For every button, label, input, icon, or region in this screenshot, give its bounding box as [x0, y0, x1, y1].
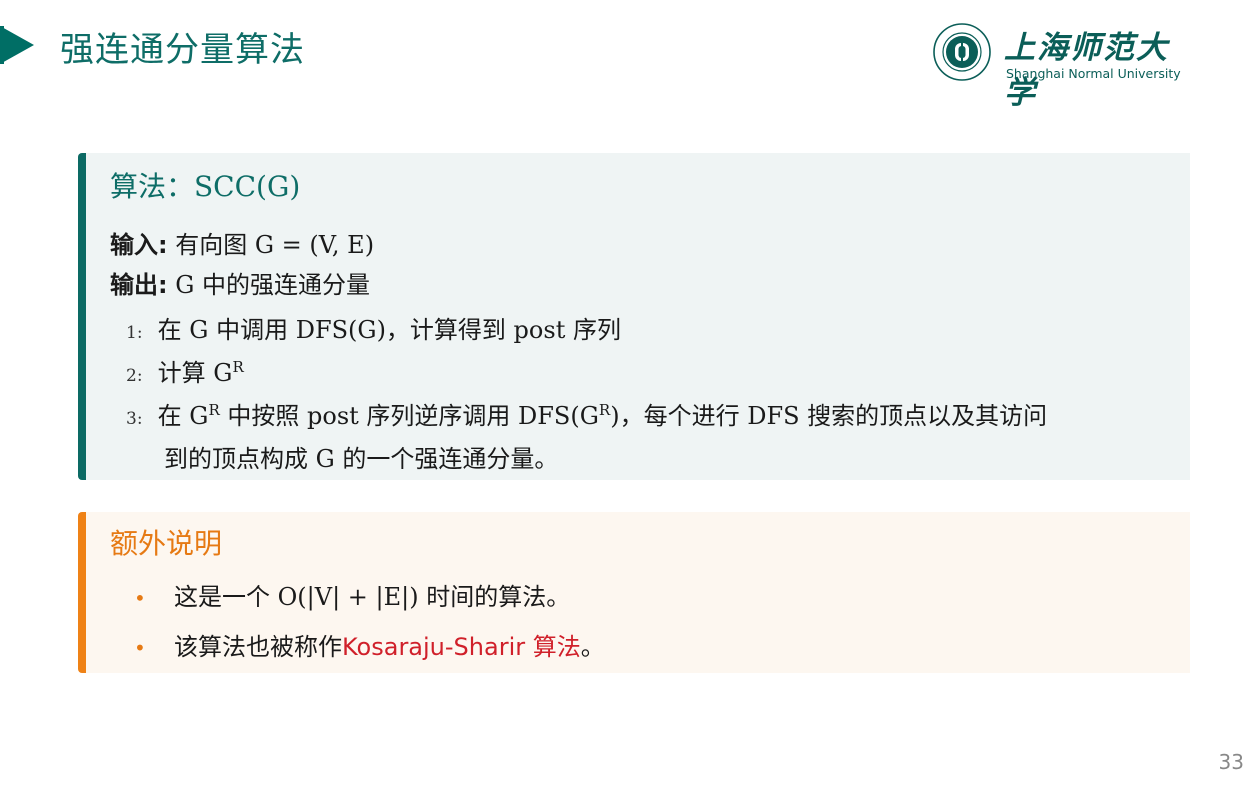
- title-marker-icon: [0, 26, 34, 64]
- university-seal-icon: [933, 23, 991, 81]
- note-item: • 这是一个 O(|V| + |E|) 时间的算法。: [134, 577, 570, 612]
- superscript-r: R: [598, 401, 611, 419]
- highlighted-algorithm-name: Kosaraju-Sharir 算法: [342, 633, 581, 661]
- bullet-icon: •: [134, 586, 146, 610]
- note-text: 这是一个 O(|V| + |E|) 时间的算法。: [174, 583, 571, 611]
- output-text: G 中的强连通分量: [175, 271, 371, 299]
- step-number: 3:: [126, 409, 143, 429]
- step-number: 2:: [126, 366, 143, 386]
- step-text: 在 G: [157, 402, 209, 430]
- output-line: 输出: G 中的强连通分量: [110, 265, 370, 300]
- note-item: • 该算法也被称作Kosaraju-Sharir 算法。: [134, 627, 605, 662]
- input-text: 有向图 G = (V, E): [175, 231, 375, 259]
- algorithm-step: 2: 计算 GR: [126, 353, 244, 388]
- university-logo: 上海师范大学 Shanghai Normal University: [932, 20, 1192, 111]
- note-text: 。: [580, 633, 605, 661]
- page-number: 33: [1218, 750, 1244, 774]
- superscript-r: R: [232, 358, 244, 376]
- logo-english-name: Shanghai Normal University: [1006, 66, 1181, 81]
- output-label: 输出:: [110, 271, 168, 299]
- algorithm-step: 3: 在 GR 中按照 post 序列逆序调用 DFS(GR)，每个进行 DFS…: [126, 396, 1047, 431]
- bullet-icon: •: [134, 636, 146, 660]
- note-title: 额外说明: [110, 527, 223, 560]
- note-text: 该算法也被称作: [174, 633, 342, 661]
- step-text: 中按照 post 序列逆序调用 DFS(G: [219, 402, 599, 430]
- step-number: 1:: [126, 323, 143, 343]
- algorithm-block: 算法：SCC(G) 输入: 有向图 G = (V, E) 输出: G 中的强连通…: [78, 153, 1190, 480]
- note-block: 额外说明 • 这是一个 O(|V| + |E|) 时间的算法。 • 该算法也被称作K…: [78, 512, 1190, 673]
- input-line: 输入: 有向图 G = (V, E): [110, 225, 374, 260]
- slide-title: 强连通分量算法: [60, 30, 305, 70]
- step-text: 计算 G: [157, 359, 233, 387]
- superscript-r: R: [208, 401, 220, 419]
- title-marker-bar: [0, 26, 4, 64]
- step-text: 在 G 中调用 DFS(G)，计算得到 post 序列: [157, 316, 621, 344]
- step-text: )，每个进行 DFS 搜索的顶点以及其访问: [610, 402, 1048, 430]
- algorithm-title: 算法：SCC(G): [110, 170, 301, 203]
- input-label: 输入:: [110, 231, 168, 259]
- algorithm-step-continuation: 到的顶点构成 G 的一个强连通分量。: [164, 445, 559, 473]
- algorithm-step: 1: 在 G 中调用 DFS(G)，计算得到 post 序列: [126, 310, 621, 345]
